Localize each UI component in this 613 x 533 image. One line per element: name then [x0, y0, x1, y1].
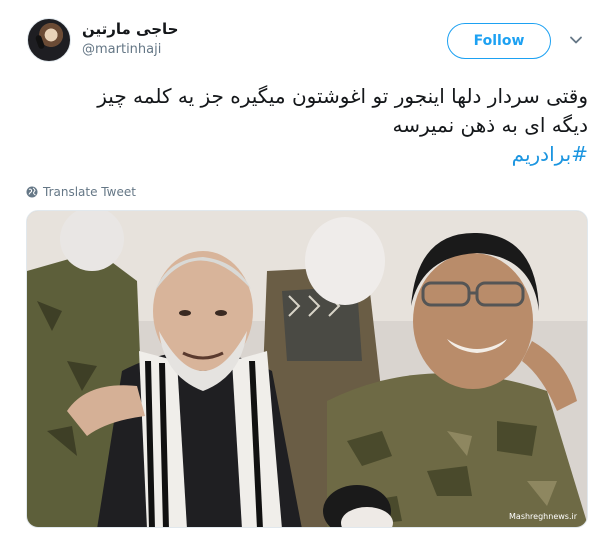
- tweet-card: حاجی مارتین @martinhaji Follow وقتی سردا…: [0, 0, 613, 533]
- photo-illustration: [27, 211, 587, 527]
- chevron-down-icon[interactable]: [569, 33, 583, 47]
- hashtag-link[interactable]: #برادریم: [26, 140, 588, 169]
- avatar[interactable]: [27, 18, 71, 62]
- tweet-photo[interactable]: Mashreghnews.ir: [26, 210, 588, 528]
- microphone-icon: [34, 34, 46, 50]
- translate-tweet-label: Translate Tweet: [43, 185, 136, 199]
- author-display-name[interactable]: حاجی مارتین: [82, 20, 178, 38]
- tweet-text-line: دیگه ای به ذهن نمیرسه: [392, 113, 588, 137]
- tweet-text: وقتی سردار دلها اینجور تو اغوشتون میگیره…: [26, 82, 588, 169]
- tweet-text-line: وقتی سردار دلها اینجور تو اغوشتون میگیره…: [97, 84, 588, 108]
- follow-button[interactable]: Follow: [447, 23, 551, 59]
- author-handle[interactable]: @martinhaji: [82, 42, 161, 57]
- translate-tweet-link[interactable]: Translate Tweet: [26, 185, 136, 199]
- globe-icon: [26, 186, 38, 198]
- photo-watermark: Mashreghnews.ir: [509, 512, 577, 521]
